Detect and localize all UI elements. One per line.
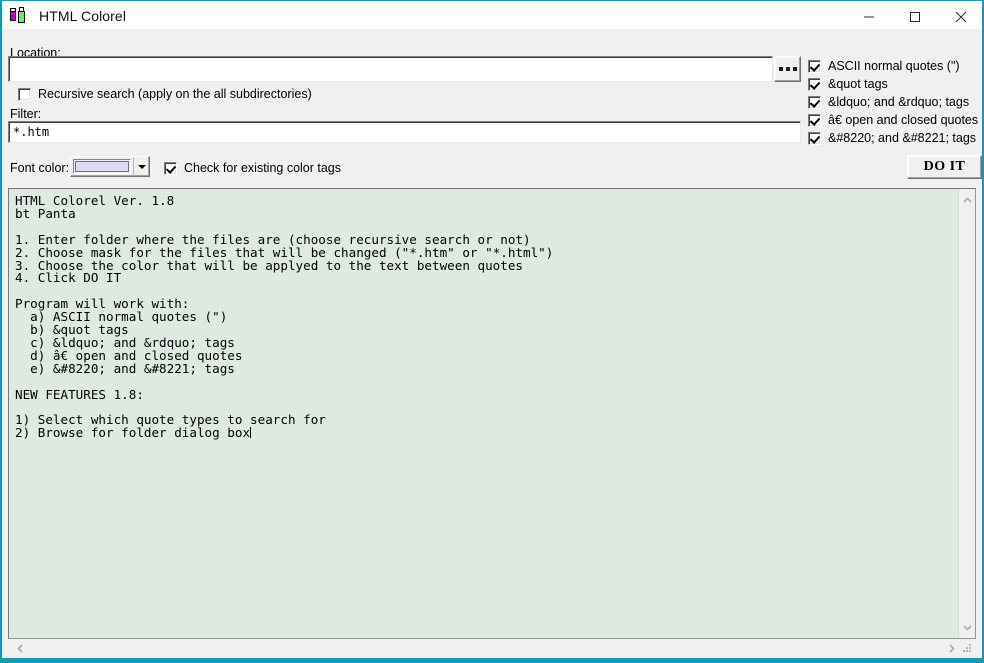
- quote-option-curly-label: â€ open and closed quotes: [828, 113, 979, 127]
- do-it-button[interactable]: DO IT: [907, 155, 982, 179]
- form-panel: Location: Recursive search (apply on the…: [2, 29, 982, 181]
- quote-option-quot-box[interactable]: [808, 77, 821, 91]
- scroll-down-arrow[interactable]: [959, 619, 976, 636]
- window-bottom-edge: [2, 658, 982, 661]
- check-existing-color-tags-checkbox[interactable]: Check for existing color tags: [164, 161, 341, 175]
- font-color-combobox[interactable]: [70, 156, 150, 177]
- font-color-swatch-frame: [73, 159, 131, 174]
- quote-option-ldquo-label: &ldquo; and &rdquo; tags: [828, 95, 970, 109]
- quote-option-numeric-box[interactable]: [808, 131, 821, 145]
- horizontal-scrollbar[interactable]: [8, 640, 976, 657]
- browse-button[interactable]: [774, 56, 801, 82]
- quote-option-ldquo-box[interactable]: [808, 95, 821, 109]
- application-window: HTML Colorel Location: Recursive search …: [0, 0, 984, 663]
- quote-option-curly-box[interactable]: [808, 113, 821, 127]
- maximize-button[interactable]: [892, 1, 938, 32]
- quote-option-curly[interactable]: â€ open and closed quotes: [808, 113, 978, 127]
- quote-option-ascii-label: ASCII normal quotes ("): [828, 59, 960, 73]
- minimize-button[interactable]: [846, 1, 892, 32]
- quote-option-ascii-box[interactable]: [808, 59, 821, 73]
- check-existing-color-tags-box[interactable]: [164, 161, 177, 175]
- recursive-search-checkbox-box[interactable]: [18, 87, 31, 101]
- close-button[interactable]: [938, 1, 982, 32]
- location-input[interactable]: [8, 56, 773, 82]
- quote-option-numeric[interactable]: &#8220; and &#8221; tags: [808, 131, 976, 145]
- scroll-up-arrow[interactable]: [959, 192, 976, 209]
- filter-input-value: *.htm: [13, 125, 50, 139]
- filter-input[interactable]: *.htm: [8, 121, 801, 143]
- scroll-right-arrow[interactable]: [943, 640, 960, 657]
- quote-option-ldquo[interactable]: &ldquo; and &rdquo; tags: [808, 95, 969, 109]
- recursive-search-checkbox[interactable]: Recursive search (apply on the all subdi…: [18, 87, 312, 101]
- window-title: HTML Colorel: [39, 8, 127, 24]
- scroll-left-arrow[interactable]: [12, 640, 29, 657]
- ellipsis-icon: [778, 67, 797, 71]
- title-bar: HTML Colorel: [2, 0, 982, 32]
- quote-option-ascii[interactable]: ASCII normal quotes ("): [808, 59, 960, 73]
- resize-grip[interactable]: [962, 643, 973, 654]
- font-color-swatch: [75, 161, 129, 172]
- vertical-scrollbar[interactable]: [958, 189, 975, 638]
- check-existing-color-tags-label: Check for existing color tags: [184, 161, 342, 175]
- quote-option-quot[interactable]: &quot tags: [808, 77, 888, 91]
- output-textarea-content: HTML Colorel Ver. 1.8 bt Panta 1. Enter …: [15, 193, 554, 441]
- do-it-button-label: DO IT: [923, 159, 966, 174]
- text-cursor: [250, 427, 252, 439]
- font-color-label: Font color:: [10, 161, 70, 175]
- recursive-search-label: Recursive search (apply on the all subdi…: [38, 87, 312, 101]
- output-textarea[interactable]: HTML Colorel Ver. 1.8 bt Panta 1. Enter …: [8, 188, 976, 639]
- quote-option-numeric-label: &#8220; and &#8221; tags: [828, 131, 977, 145]
- paint-bottles-icon: [8, 5, 30, 27]
- filter-label: Filter:: [10, 107, 42, 121]
- quote-option-quot-label: &quot tags: [828, 77, 888, 91]
- output-textarea-viewport: HTML Colorel Ver. 1.8 bt Panta 1. Enter …: [9, 189, 957, 638]
- chevron-down-icon[interactable]: [133, 157, 149, 176]
- window-controls: [846, 1, 982, 32]
